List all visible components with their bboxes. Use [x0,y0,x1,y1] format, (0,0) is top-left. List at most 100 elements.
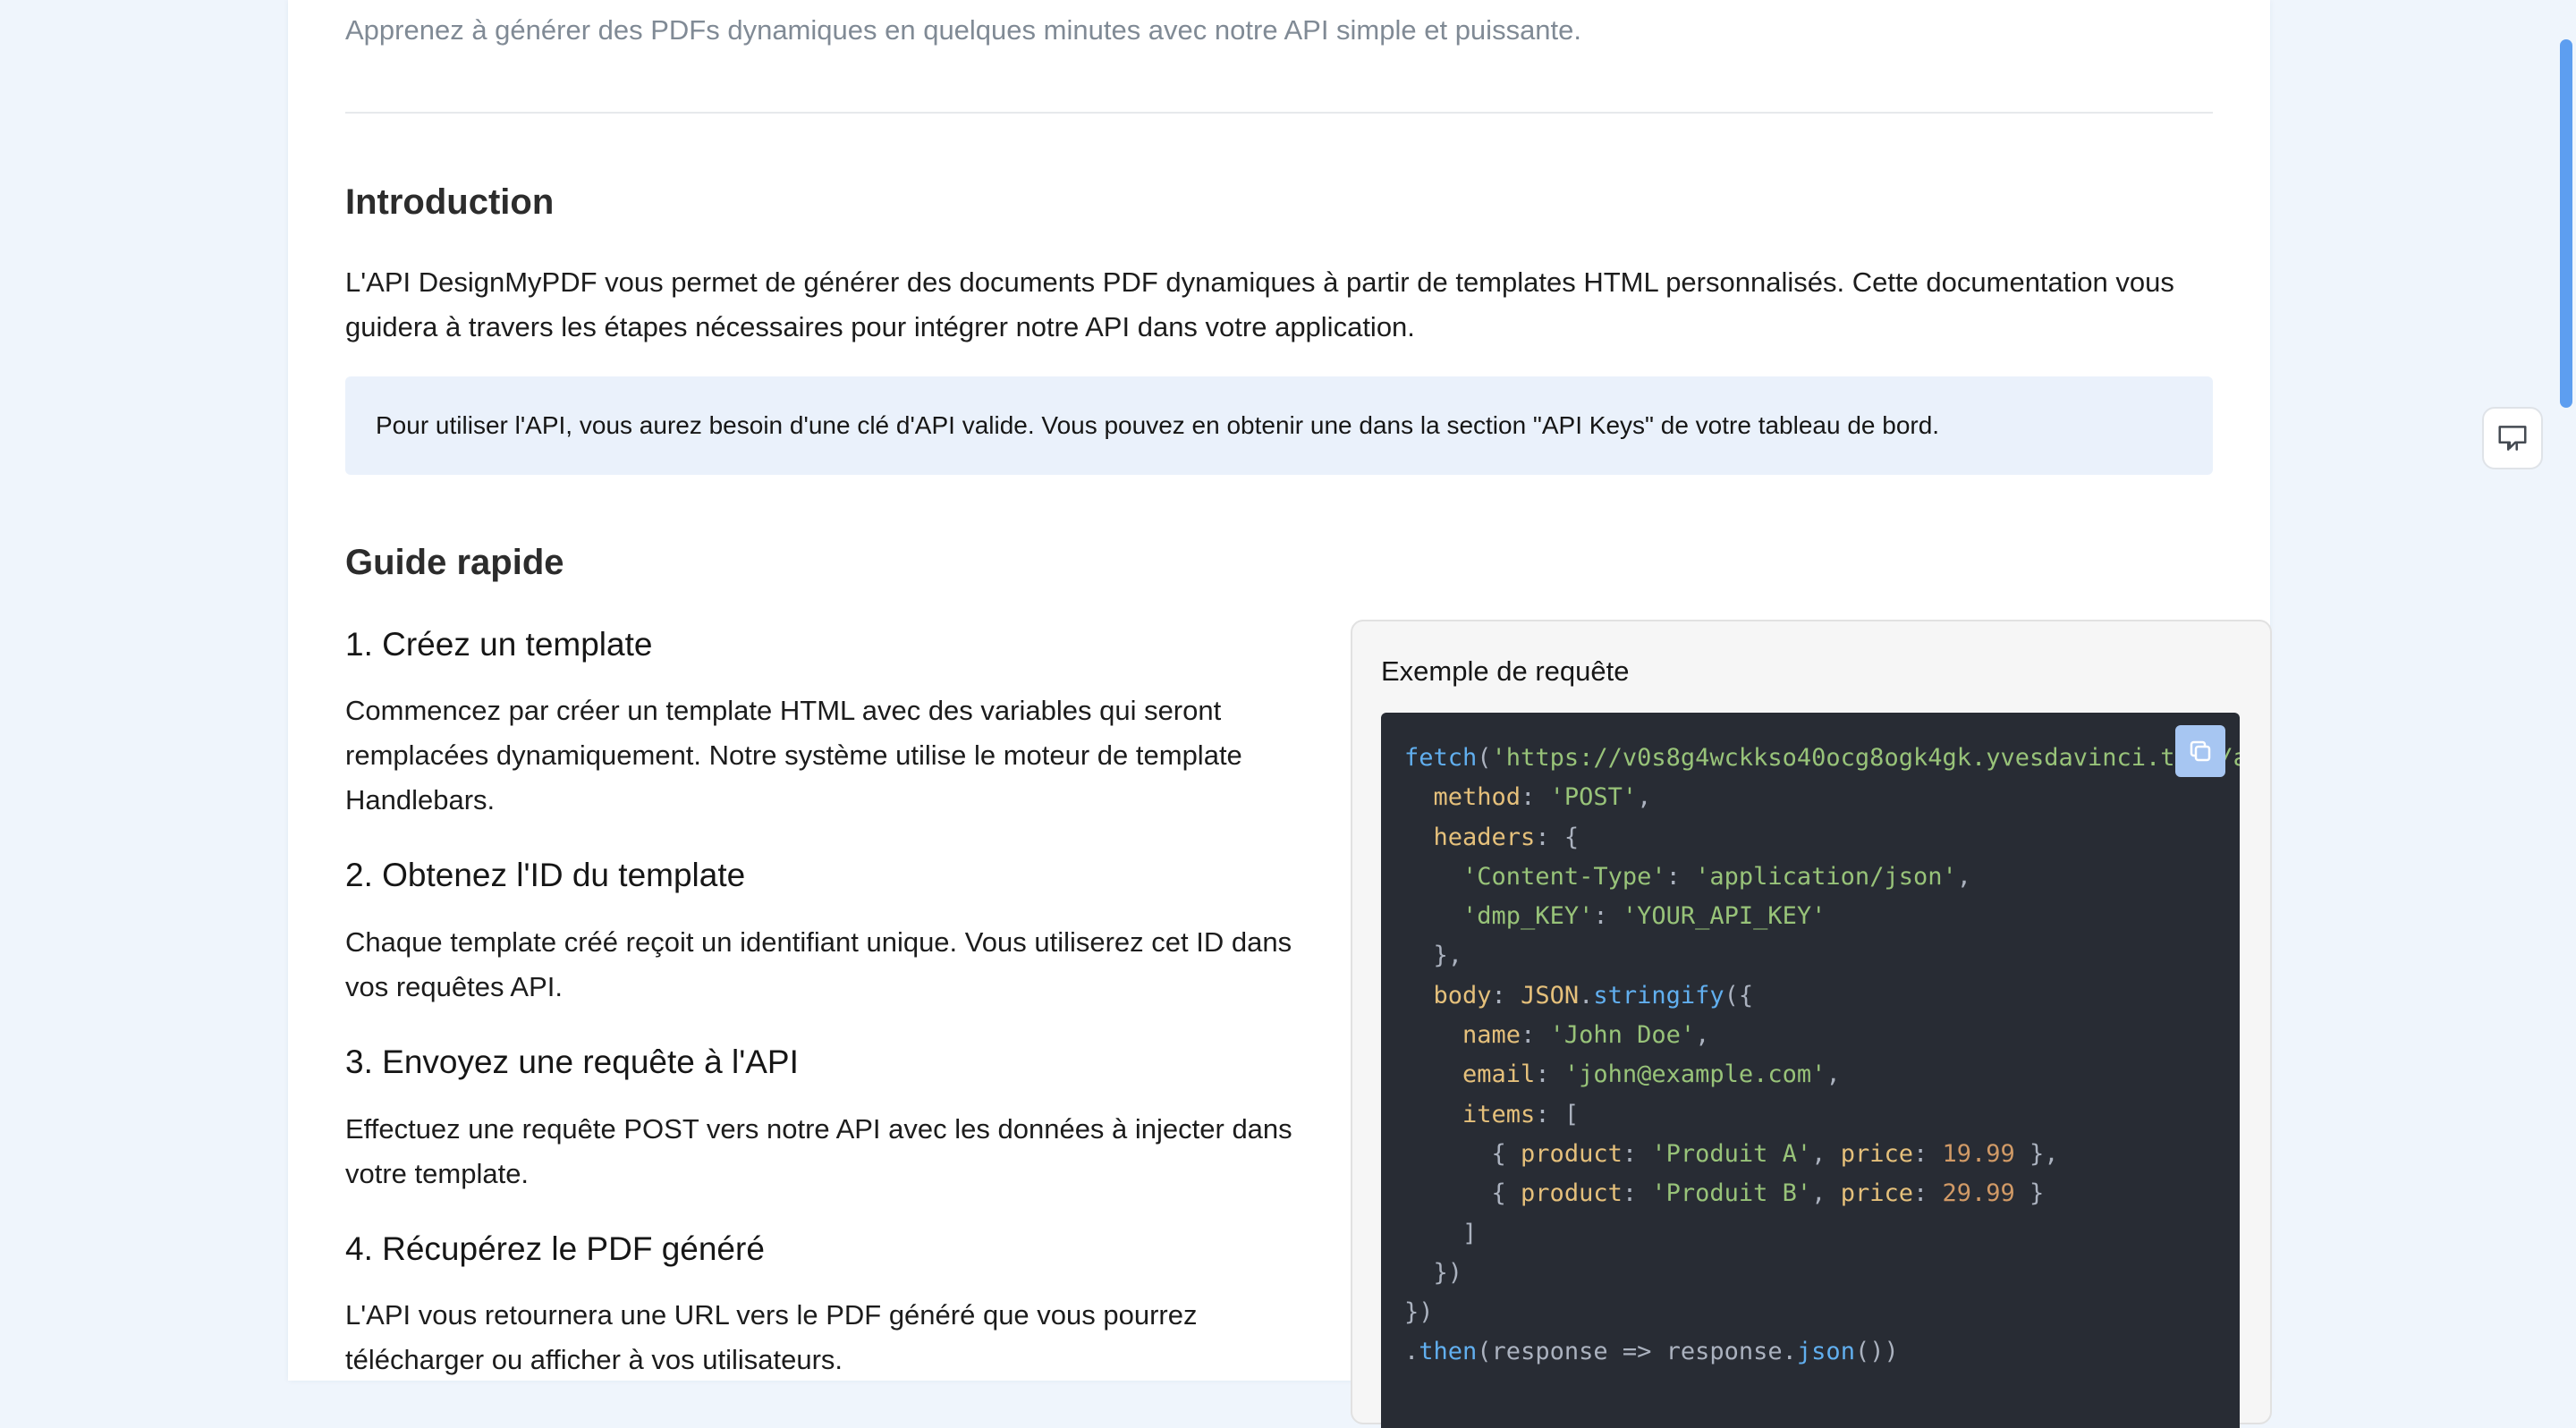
code-token: 'https://v0s8g4wckkso40ocg8ogk4gk.yvesda… [1491,744,2240,772]
code-token: 'Content-Type' [1462,862,1666,891]
code-line: { product: 'Produit A', price: 19.99 }, [1404,1135,2240,1174]
code-token: 19.99 [1942,1139,2015,1168]
code-token: product [1521,1179,1623,1208]
code-token: json [1796,1338,1855,1366]
code-token: body [1433,981,1492,1010]
code-line: email: 'john@example.com', [1404,1055,2240,1094]
code-token: , [1826,1060,1841,1089]
feedback-widget-button[interactable] [2482,407,2543,469]
code-token: , [1811,1179,1841,1208]
code-lines: fetch('https://v0s8g4wckkso40ocg8ogk4gk.… [1404,739,2240,1373]
code-token: : [1491,981,1521,1010]
code-token: . [1579,981,1594,1010]
step-2-text: Chaque template créé reçoit un identifia… [345,926,1292,1002]
code-token: JSON [1521,981,1580,1010]
code-token: fetch [1404,744,1478,772]
code-token: : [1912,1179,1943,1208]
code-token: }) [1404,1258,1463,1287]
code-token: , [1637,783,1652,812]
scrollbar-thumb[interactable] [2560,39,2572,408]
code-token: ({ [1724,981,1754,1010]
code-token: : [1535,1060,1564,1089]
code-token: 'John Doe' [1549,1021,1696,1050]
code-token: }, [2014,1139,2059,1168]
page-subtitle: Apprenez à générer des PDFs dynamiques e… [345,14,1582,46]
code-token: }, [1404,942,1463,970]
introduction-heading: Introduction [345,182,555,222]
code-line: 'Content-Type': 'application/json', [1404,858,2240,897]
api-key-callout: Pour utiliser l'API, vous aurez besoin d… [345,376,2213,475]
code-token: stringify [1593,981,1724,1010]
code-line: fetch('https://v0s8g4wckkso40ocg8ogk4gk.… [1404,739,2240,778]
code-line: name: 'John Doe', [1404,1016,2240,1055]
code-block[interactable]: fetch('https://v0s8g4wckkso40ocg8ogk4gk.… [1381,713,2240,1428]
code-token: }) [1404,1298,1434,1327]
code-token: price [1840,1179,1913,1208]
code-line: 'dmp_KEY': 'YOUR_API_KEY' [1404,897,2240,936]
code-line: body: JSON.stringify({ [1404,976,2240,1016]
code-token: : [ [1535,1100,1580,1128]
code-token: email [1462,1060,1536,1089]
step-2-title: 2. Obtenez l'ID du template [345,857,746,893]
code-line: }) [1404,1293,2240,1332]
code-token: price [1840,1139,1913,1168]
code-line: { product: 'Produit B', price: 29.99 } [1404,1174,2240,1213]
code-token: : [1912,1139,1943,1168]
code-line: }, [1404,936,2240,976]
code-token: 'john@example.com' [1563,1060,1826,1089]
code-token: ()) [1854,1338,1899,1366]
code-token: headers [1433,823,1536,851]
request-example-title: Exemple de requête [1381,655,1630,687]
documentation-content: Apprenez à générer des PDFs dynamiques e… [345,0,2272,1428]
code-line: method: 'POST', [1404,778,2240,817]
code-token: 'POST' [1549,783,1638,812]
code-token: : [1665,862,1696,891]
code-line: .then(response => response.json()) [1404,1332,2240,1372]
copy-icon [2190,740,2211,762]
code-token: items [1462,1100,1536,1128]
step-1-title: 1. Créez un template [345,626,653,663]
code-token: , [1695,1021,1710,1050]
code-token: 'dmp_KEY' [1462,902,1594,931]
code-token: : [1622,1139,1652,1168]
copy-code-button[interactable] [2175,725,2225,777]
code-token: product [1521,1139,1623,1168]
code-token: { [1404,1179,1521,1208]
page-scrollbar[interactable] [2556,0,2576,1381]
code-token: ( [1477,744,1492,772]
code-token: , [1956,862,1971,891]
step-4-text: L'API vous retournera une URL vers le PD… [345,1299,1198,1375]
code-token: ] [1404,1219,1478,1247]
code-token: { [1404,1139,1521,1168]
step-4-title: 4. Récupérez le PDF généré [345,1230,765,1267]
step-3-title: 3. Envoyez une requête à l'API [345,1044,799,1080]
header-divider [345,112,2213,114]
code-token: , [1811,1139,1841,1168]
callout-text: Pour utiliser l'API, vous aurez besoin d… [376,411,1940,439]
quick-guide-heading: Guide rapide [345,543,564,582]
code-token: 'YOUR_API_KEY' [1622,902,1826,931]
code-token: (response => response. [1477,1338,1797,1366]
code-token: 'Produit A' [1651,1139,1812,1168]
code-token: : [1521,783,1550,812]
feedback-icon [2498,426,2527,451]
code-token: name [1462,1021,1521,1050]
code-token: : [1622,1179,1652,1208]
step-1-text: Commencez par créer un template HTML ave… [345,695,1242,815]
code-token: 'application/json' [1695,862,1957,891]
code-line: }) [1404,1254,2240,1293]
request-example-card: Exemple de requête fetch('https://v0s8g4… [1351,620,2272,1428]
code-token: } [2014,1179,2045,1208]
code-line: ] [1404,1214,2240,1254]
code-line: headers: { [1404,818,2240,858]
documentation-card: Apprenez à générer des PDFs dynamiques e… [288,0,2272,1428]
code-token: : [1593,902,1623,931]
code-token: method [1433,783,1521,812]
code-token: : [1521,1021,1550,1050]
